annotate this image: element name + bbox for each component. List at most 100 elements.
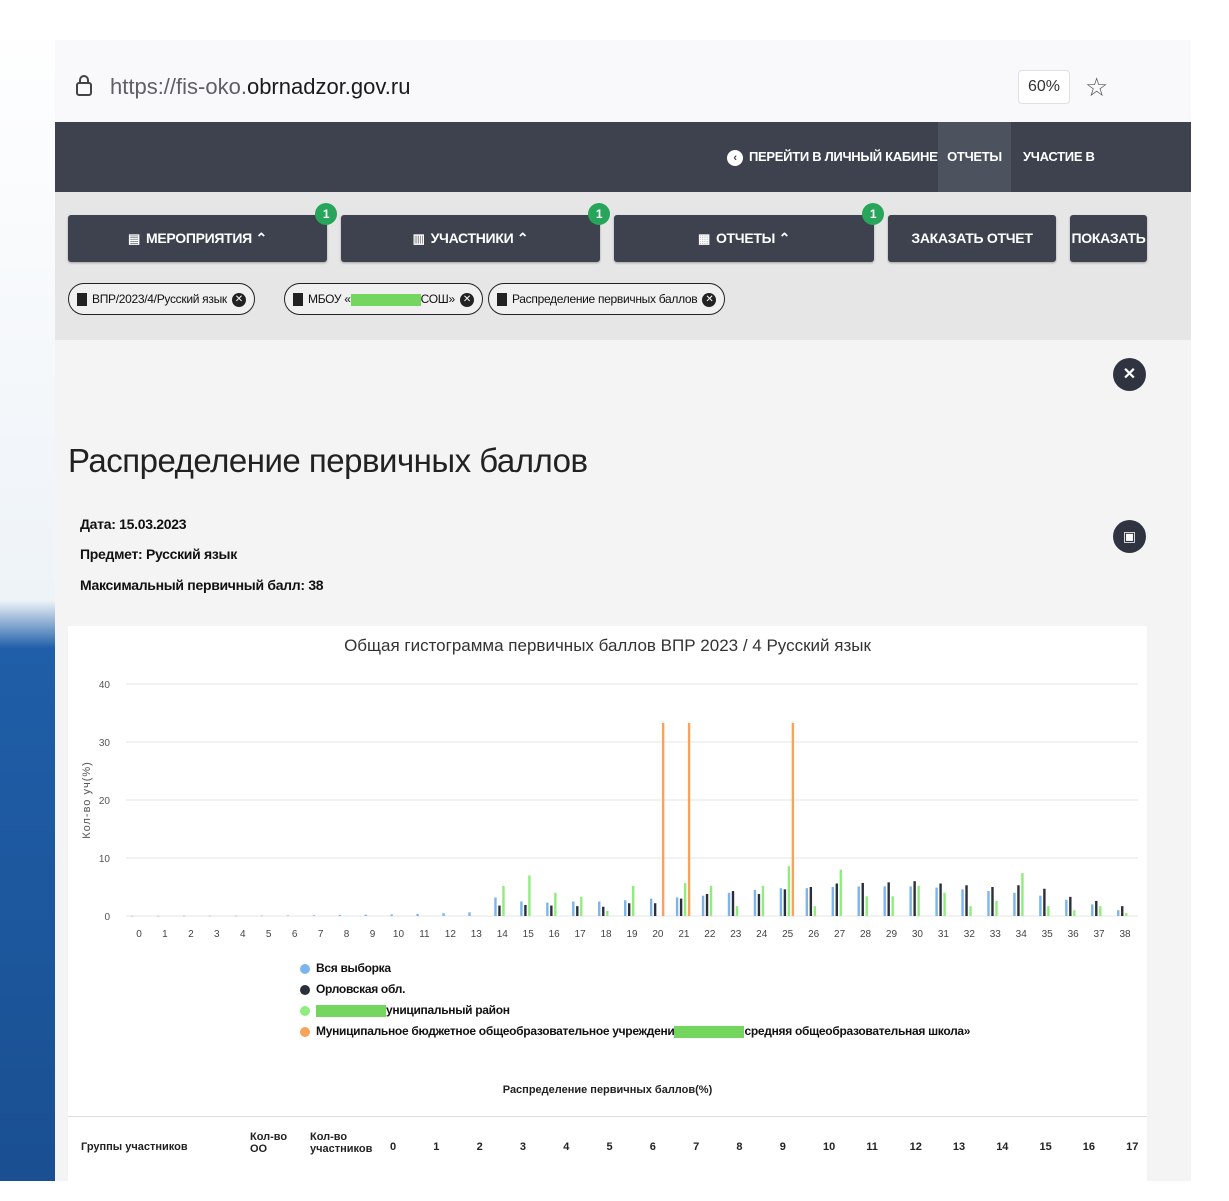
x-tick-label: 15 bbox=[523, 929, 535, 940]
filter-chip-event[interactable]: ВПР/2023/4/Русский язык ✕ bbox=[68, 283, 255, 315]
close-icon[interactable]: ✕ bbox=[1113, 358, 1146, 391]
x-tick-label: 31 bbox=[938, 929, 950, 940]
th-score-column: 17 bbox=[1126, 1141, 1139, 1153]
x-tick-label: 4 bbox=[240, 929, 246, 940]
url-prefix: https://fis-oko. bbox=[110, 74, 247, 99]
bar-mark bbox=[580, 896, 583, 916]
zoom-level[interactable]: 60% bbox=[1018, 70, 1070, 104]
bar-mark bbox=[390, 914, 393, 916]
address-bar[interactable]: https://fis-oko.obrnadzor.gov.ru 60% ☆ bbox=[55, 40, 1191, 122]
remove-chip-icon[interactable]: ✕ bbox=[702, 292, 717, 307]
nav-cabinet-label: ПЕРЕЙТИ В ЛИЧНЫЙ КАБИНЕТ bbox=[749, 149, 946, 164]
reports-dropdown-button[interactable]: ▦ ОТЧЕТЫ ⌃ 1 bbox=[614, 203, 884, 262]
th-oo-count: Кол-во ОО bbox=[250, 1131, 288, 1155]
legend-label: Вся выборка bbox=[316, 961, 391, 975]
bar-mark bbox=[1065, 899, 1068, 916]
legend-item-school[interactable]: Муниципальное бюджетное общеобразователь… bbox=[300, 1021, 970, 1042]
order-report-button[interactable]: ЗАКАЗАТЬ ОТЧЕТ bbox=[888, 215, 1056, 262]
th-score-column: 4 bbox=[563, 1141, 570, 1153]
nav-personal-cabinet[interactable]: ‹ ПЕРЕЙТИ В ЛИЧНЫЙ КАБИНЕТ bbox=[727, 122, 945, 192]
x-tick-label: 0 bbox=[136, 929, 142, 940]
bar-mark bbox=[338, 915, 341, 916]
chip-school-suffix: СОШ» bbox=[420, 292, 456, 306]
bar-mark bbox=[887, 882, 890, 916]
bar-mark bbox=[857, 886, 860, 916]
y-tick-label: 40 bbox=[99, 680, 111, 691]
bar-mark bbox=[987, 891, 990, 916]
bar-mark bbox=[1017, 885, 1020, 916]
remove-chip-icon[interactable]: ✕ bbox=[459, 292, 474, 307]
legend-item-region[interactable]: Орловская обл. bbox=[300, 979, 970, 1000]
bar-mark bbox=[675, 897, 679, 916]
reports-label: ОТЧЕТЫ bbox=[715, 230, 776, 246]
building-icon: ▥ bbox=[412, 231, 425, 246]
th-score-column: 1 bbox=[433, 1141, 440, 1153]
chart-x-caption: Распределение первичных баллов(%) bbox=[502, 1084, 713, 1096]
bar-mark bbox=[791, 722, 795, 916]
x-tick-label: 11 bbox=[419, 929, 430, 940]
bar-mark bbox=[891, 896, 894, 916]
th-score-column: 8 bbox=[736, 1141, 743, 1153]
redacted-mark bbox=[674, 1025, 745, 1038]
bar-mark bbox=[502, 885, 505, 916]
th-score-column: 7 bbox=[693, 1141, 700, 1153]
bar-mark bbox=[550, 905, 553, 916]
url-text[interactable]: https://fis-oko.obrnadzor.gov.ru bbox=[110, 74, 410, 100]
x-tick-label: 29 bbox=[886, 929, 898, 940]
legend-item-all[interactable]: Вся выборка bbox=[300, 958, 970, 979]
bar-mark bbox=[735, 906, 739, 916]
bar-mark bbox=[961, 889, 964, 916]
save-icon[interactable]: ▣ bbox=[1113, 520, 1146, 553]
bar-mark bbox=[787, 866, 791, 916]
bar-mark bbox=[528, 875, 531, 916]
bar-mark bbox=[865, 896, 868, 916]
bar-mark bbox=[783, 889, 787, 916]
bar-mark bbox=[883, 886, 886, 916]
reports-count-badge: 1 bbox=[862, 203, 884, 225]
x-tick-label: 14 bbox=[497, 929, 509, 940]
filter-chip-report[interactable]: Распределение первичных баллов ✕ bbox=[488, 283, 726, 315]
bar-mark bbox=[624, 900, 627, 916]
participants-dropdown-button[interactable]: ▥ УЧАСТНИКИ ⌃ 1 bbox=[341, 203, 610, 262]
remove-chip-icon[interactable]: ✕ bbox=[231, 292, 246, 307]
bar-mark bbox=[965, 885, 968, 916]
report-title: Распределение первичных баллов bbox=[68, 442, 588, 479]
bar-mark bbox=[813, 906, 817, 916]
x-tick-label: 20 bbox=[652, 929, 664, 940]
y-tick-label: 10 bbox=[99, 854, 111, 865]
x-tick-label: 8 bbox=[344, 929, 350, 940]
redacted-mark bbox=[350, 293, 421, 306]
x-tick-label: 28 bbox=[860, 929, 872, 940]
x-tick-label: 6 bbox=[292, 929, 298, 940]
x-tick-label: 27 bbox=[834, 929, 846, 940]
participants-count-badge: 1 bbox=[588, 203, 610, 225]
th-score-column: 13 bbox=[952, 1141, 966, 1153]
bar-mark bbox=[524, 904, 527, 916]
nav-events-participation[interactable]: УЧАСТИЕ В МЕРОПРИЯТИЯХ bbox=[1023, 122, 1191, 234]
bar-mark bbox=[683, 882, 687, 916]
bar-mark bbox=[991, 887, 994, 916]
bar-mark bbox=[731, 891, 735, 916]
report-max-score: Максимальный первичный балл: 38 bbox=[80, 577, 324, 593]
slide-frame-right bbox=[1191, 0, 1229, 1201]
th-participants-count: Кол-во участников bbox=[310, 1131, 373, 1155]
bar-mark bbox=[727, 892, 731, 916]
bar-mark bbox=[939, 883, 942, 916]
nav-reports[interactable]: ОТЧЕТЫ bbox=[938, 122, 1011, 192]
bar-mark bbox=[805, 888, 809, 916]
legend-label-prefix: Муниципальное бюджетное общеобразователь… bbox=[316, 1024, 675, 1038]
events-dropdown-button[interactable]: ▤ МЕРОПРИЯТИЯ ⌃ 1 bbox=[68, 203, 337, 262]
bookmark-star-icon[interactable]: ☆ bbox=[1085, 72, 1108, 103]
x-tick-label: 1 bbox=[162, 929, 168, 940]
th-score-column: 3 bbox=[519, 1141, 527, 1153]
x-tick-label: 17 bbox=[575, 929, 587, 940]
legend-item-district[interactable]: униципальный район bbox=[300, 1000, 970, 1021]
participants-label: УЧАСТНИКИ bbox=[430, 230, 514, 246]
report-date: Дата: 15.03.2023 bbox=[80, 516, 187, 532]
x-tick-label: 38 bbox=[1119, 929, 1131, 940]
bar-mark bbox=[757, 893, 761, 916]
filter-chip-school[interactable]: МБОУ « СОШ» ✕ bbox=[284, 283, 483, 315]
bar-mark bbox=[554, 892, 557, 916]
show-button[interactable]: ПОКАЗАТЬ bbox=[1070, 215, 1147, 262]
x-tick-label: 33 bbox=[990, 929, 1002, 940]
